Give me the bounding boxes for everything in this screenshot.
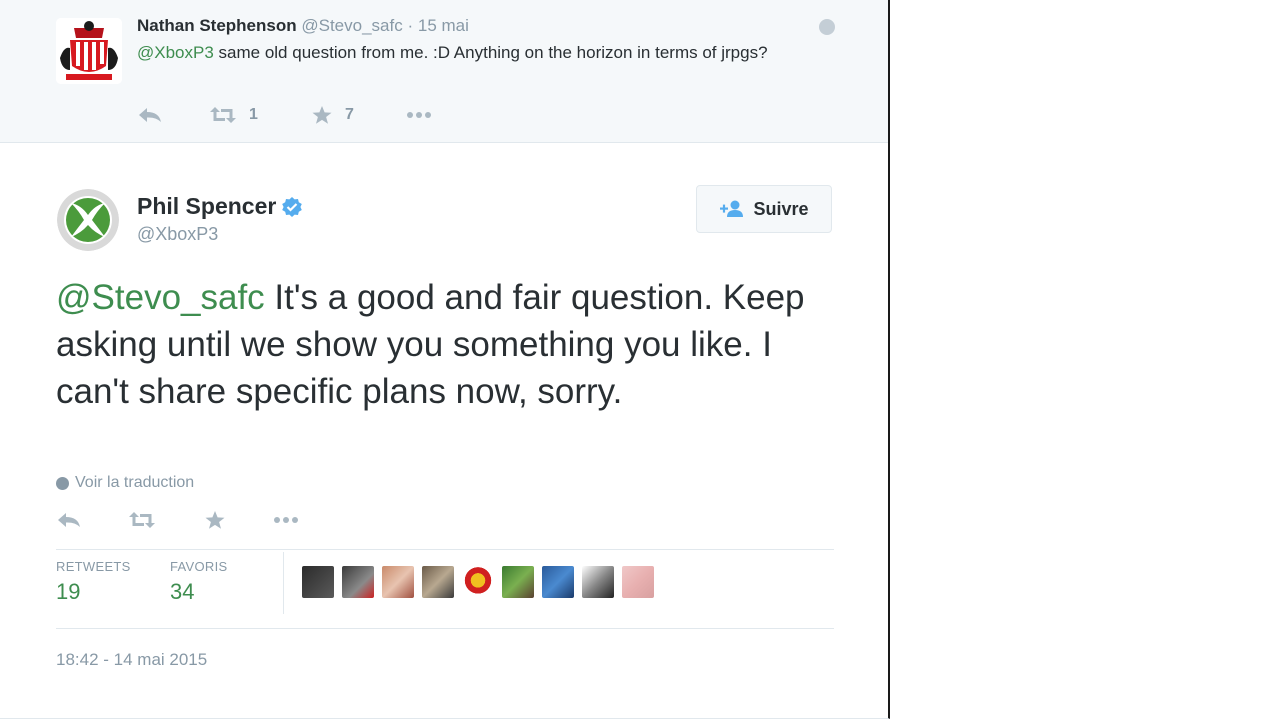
- favoriter-avatar[interactable]: [582, 566, 614, 598]
- favorite-button[interactable]: 7: [311, 103, 354, 127]
- main-fullname-text: Phil Spencer: [137, 193, 277, 219]
- club-crest-logo: [56, 18, 122, 84]
- parent-username[interactable]: @Stevo_safc: [301, 16, 402, 35]
- parent-fullname[interactable]: Nathan Stephenson: [137, 16, 297, 35]
- parent-tweet-header: Nathan Stephenson @Stevo_safc · 15 mai: [137, 15, 469, 37]
- parent-avatar[interactable]: [56, 18, 122, 84]
- reply-icon: [58, 513, 80, 527]
- retweet-icon: [129, 512, 155, 528]
- retweets-label[interactable]: RETWEETS: [56, 559, 131, 574]
- main-username[interactable]: @XboxP3: [137, 224, 218, 245]
- favorite-icon: [205, 511, 225, 529]
- follow-label: Suivre: [753, 198, 809, 219]
- parent-mention-link[interactable]: @XboxP3: [137, 43, 214, 62]
- parent-tweet-text: @XboxP3 same old question from me. :D An…: [137, 40, 827, 65]
- more-icon: [274, 517, 298, 523]
- favorites-value[interactable]: 34: [170, 579, 194, 605]
- reply-icon: [139, 108, 161, 122]
- parent-timestamp[interactable]: 15 mai: [418, 16, 469, 35]
- favoriter-avatar[interactable]: [302, 566, 334, 598]
- parent-tweet[interactable]: Nathan Stephenson @Stevo_safc · 15 mai @…: [0, 0, 888, 143]
- translate-link[interactable]: Voir la traduction: [56, 474, 194, 492]
- xbox-logo: [57, 189, 119, 251]
- favorites-label[interactable]: FAVORIS: [170, 559, 227, 574]
- stats-bottom-divider: [56, 628, 834, 629]
- header-separator: ·: [407, 16, 414, 35]
- favoriter-avatar[interactable]: [382, 566, 414, 598]
- tweet-timestamp[interactable]: 18:42 - 14 mai 2015: [56, 650, 207, 670]
- main-mention-link[interactable]: @Stevo_safc: [56, 278, 265, 317]
- favoriter-avatar[interactable]: [542, 566, 574, 598]
- favoriter-avatar[interactable]: [462, 566, 494, 598]
- retweet-count: 1: [249, 106, 258, 123]
- favoriter-avatar[interactable]: [342, 566, 374, 598]
- more-button[interactable]: [272, 508, 300, 532]
- globe-icon: [819, 19, 835, 35]
- main-fullname[interactable]: Phil Spencer: [137, 193, 303, 220]
- favorite-count: 7: [345, 106, 354, 123]
- retweet-button[interactable]: [128, 508, 156, 532]
- favoriter-avatar[interactable]: [422, 566, 454, 598]
- main-tweet-text: @Stevo_safc It's a good and fair questio…: [56, 274, 826, 415]
- translate-label: Voir la traduction: [75, 474, 195, 491]
- favoriter-avatar[interactable]: [622, 566, 654, 598]
- tweet-permalink-panel: Nathan Stephenson @Stevo_safc · 15 mai @…: [0, 0, 890, 719]
- parent-tweet-body: same old question from me. :D Anything o…: [213, 43, 768, 62]
- stats-separator: [283, 552, 284, 614]
- retweet-button[interactable]: 1: [209, 103, 258, 127]
- globe-icon: [56, 476, 69, 490]
- verified-icon: [282, 196, 303, 217]
- favoriter-avatar[interactable]: [502, 566, 534, 598]
- follow-icon: [720, 200, 744, 217]
- reply-button[interactable]: [137, 103, 163, 127]
- favorite-icon: [312, 106, 332, 124]
- follow-button[interactable]: Suivre: [696, 185, 832, 233]
- stats-top-divider: [56, 549, 834, 550]
- retweet-icon: [210, 107, 236, 123]
- more-button[interactable]: [405, 103, 433, 127]
- more-icon: [407, 112, 431, 118]
- reply-button[interactable]: [56, 508, 82, 532]
- main-avatar[interactable]: [57, 189, 119, 251]
- favorite-button[interactable]: [204, 508, 226, 532]
- retweets-value[interactable]: 19: [56, 579, 80, 605]
